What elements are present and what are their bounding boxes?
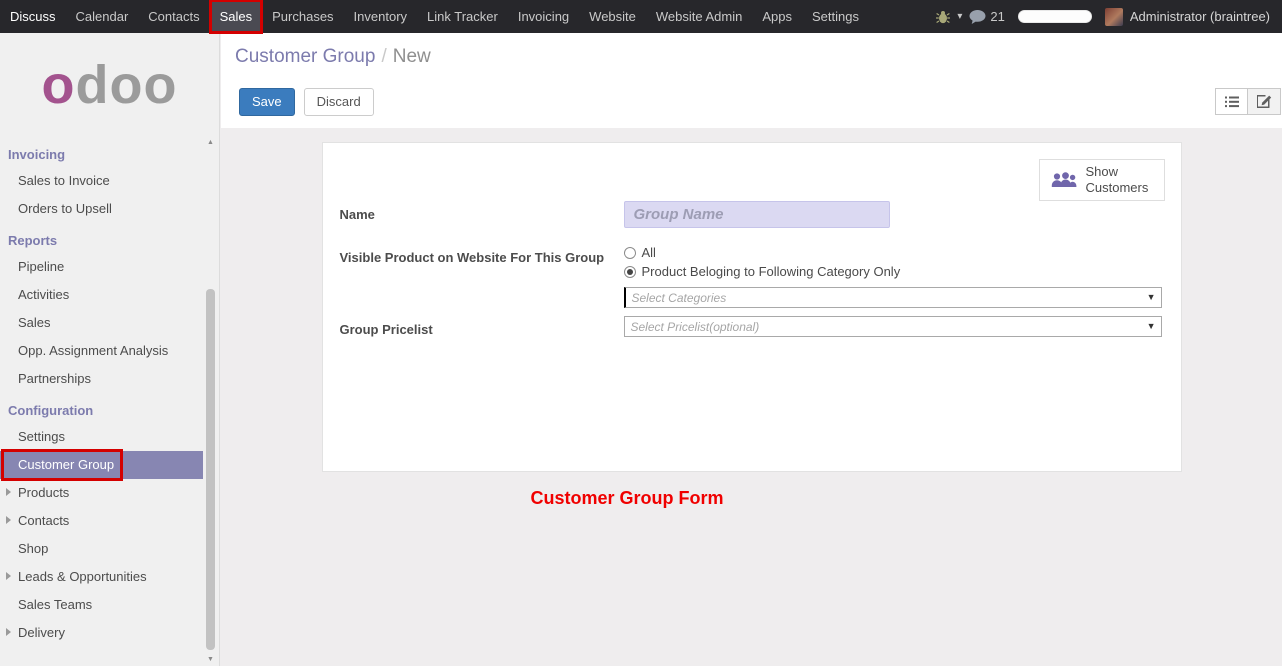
breadcrumb-current: New: [393, 46, 431, 67]
sidebar-item-sales-to-invoice[interactable]: Sales to Invoice: [0, 167, 219, 195]
sidebar-item-label: Products: [18, 485, 69, 500]
control-panel: Customer Group / New Save Discard: [221, 33, 1282, 128]
visibility-label: Visible Product on Website For This Grou…: [340, 244, 624, 265]
sidebar-item-products[interactable]: Products: [0, 479, 219, 507]
pricelist-field-row: Group Pricelist Select Pricelist(optiona…: [340, 316, 1181, 337]
sidebar-item-orders-to-upsell[interactable]: Orders to Upsell: [0, 195, 219, 223]
sidebar-item-label: Delivery: [18, 625, 65, 640]
annotation-caption: Customer Group Form: [530, 488, 723, 509]
show-customers-label: Show Customers: [1086, 164, 1154, 196]
name-label: Name: [340, 201, 624, 222]
action-buttons: Save Discard: [239, 88, 374, 116]
customers-people-icon: [1050, 171, 1077, 190]
expand-arrow-icon: [6, 572, 11, 580]
breadcrumb-separator: /: [381, 46, 386, 67]
odoo-logo: odoo: [0, 33, 219, 137]
sidebar-item-partnerships[interactable]: Partnerships: [0, 365, 219, 393]
nav-sales[interactable]: Sales: [210, 0, 263, 33]
sidebar-item-delivery[interactable]: Delivery: [0, 619, 219, 647]
sidebar-item-sales[interactable]: Sales: [0, 309, 219, 337]
sidebar-item-opp-assignment-analysis[interactable]: Opp. Assignment Analysis: [0, 337, 219, 365]
edit-form-icon: [1257, 94, 1272, 109]
nav-purchases[interactable]: Purchases: [262, 0, 343, 33]
topbar-right-cluster: ▾ 21 Administrator (braintree): [936, 0, 1282, 33]
sidebar-item-label: Contacts: [18, 513, 69, 528]
sidebar-item-contacts[interactable]: Contacts: [0, 507, 219, 535]
radio-unselected-icon[interactable]: [624, 247, 636, 259]
nav-website-admin[interactable]: Website Admin: [646, 0, 752, 33]
discard-button[interactable]: Discard: [304, 88, 374, 116]
scroll-down-arrow-icon[interactable]: ▼: [204, 654, 217, 666]
form-view-button[interactable]: [1248, 88, 1281, 115]
messages-icon[interactable]: [969, 10, 986, 24]
scroll-up-arrow-icon[interactable]: ▲: [204, 137, 217, 149]
sidebar-item-shop[interactable]: Shop: [0, 535, 219, 563]
sidebar-item-leads-opportunities[interactable]: Leads & Opportunities: [0, 563, 219, 591]
group-name-input[interactable]: [624, 201, 890, 228]
radio-selected-icon[interactable]: [624, 266, 636, 278]
radio-all-label: All: [642, 244, 656, 262]
logo-rest: doo: [76, 54, 178, 116]
nav-invoicing[interactable]: Invoicing: [508, 0, 579, 33]
nav-settings[interactable]: Settings: [802, 0, 869, 33]
progress-pill: [1018, 10, 1092, 23]
sidebar-item-label: Leads & Opportunities: [18, 569, 147, 584]
sidebar-scrollbar: ▲ ▼: [204, 137, 217, 666]
sidebar-item-pipeline[interactable]: Pipeline: [0, 253, 219, 281]
customer-group-form-card: Show Customers Name Visible Product on W…: [322, 142, 1182, 472]
expand-arrow-icon: [6, 488, 11, 496]
main-content: Show Customers Name Visible Product on W…: [221, 128, 1282, 666]
nav-contacts[interactable]: Contacts: [138, 0, 209, 33]
name-field-row: Name: [340, 201, 1181, 228]
pricelist-placeholder: Select Pricelist(optional): [631, 320, 760, 334]
select-caret-icon: ▼: [1147, 321, 1156, 331]
debug-bug-icon[interactable]: [936, 10, 950, 24]
nav-discuss[interactable]: Discuss: [0, 0, 66, 33]
expand-arrow-icon: [6, 516, 11, 524]
expand-arrow-icon: [6, 628, 11, 636]
categories-select[interactable]: Select Categories ▼: [624, 287, 1162, 308]
avatar[interactable]: [1105, 8, 1123, 26]
sidebar-item-sales-teams[interactable]: Sales Teams: [0, 591, 219, 619]
visibility-field-row: Visible Product on Website For This Grou…: [340, 244, 1181, 308]
nav-apps[interactable]: Apps: [752, 0, 802, 33]
radio-all-option[interactable]: All: [624, 244, 1162, 262]
list-view-button[interactable]: [1215, 88, 1248, 115]
nav-inventory[interactable]: Inventory: [344, 0, 417, 33]
breadcrumb-parent-link[interactable]: Customer Group: [235, 46, 375, 67]
breadcrumb: Customer Group / New: [221, 33, 1282, 68]
sidebar-item-activities[interactable]: Activities: [0, 281, 219, 309]
pricelist-select[interactable]: Select Pricelist(optional) ▼: [624, 316, 1162, 337]
sidebar-section-configuration: Configuration: [0, 393, 219, 423]
sidebar: odoo Invoicing Sales to Invoice Orders t…: [0, 33, 220, 666]
save-button[interactable]: Save: [239, 88, 295, 116]
message-count: 21: [990, 9, 1004, 24]
scrollbar-thumb[interactable]: [206, 289, 215, 650]
pricelist-label: Group Pricelist: [340, 316, 624, 337]
radio-category-option[interactable]: Product Beloging to Following Category O…: [624, 263, 1162, 281]
user-menu[interactable]: Administrator (braintree): [1130, 9, 1270, 24]
nav-link-tracker[interactable]: Link Tracker: [417, 0, 508, 33]
sidebar-item-customer-group[interactable]: Customer Group: [0, 451, 203, 479]
list-icon: [1225, 96, 1239, 108]
logo-first-letter: o: [42, 54, 76, 116]
select-caret-icon: ▼: [1147, 292, 1156, 302]
nav-calendar[interactable]: Calendar: [66, 0, 139, 33]
radio-category-label: Product Beloging to Following Category O…: [642, 263, 901, 281]
debug-caret-down-icon[interactable]: ▾: [957, 11, 962, 22]
show-customers-button[interactable]: Show Customers: [1039, 159, 1165, 201]
nav-website[interactable]: Website: [579, 0, 646, 33]
categories-placeholder: Select Categories: [632, 291, 727, 305]
sidebar-item-label: Customer Group: [18, 457, 114, 472]
top-navbar: Discuss Calendar Contacts Sales Purchase…: [0, 0, 1282, 33]
view-switcher: [1215, 88, 1281, 115]
sidebar-item-settings[interactable]: Settings: [0, 423, 219, 451]
sidebar-section-invoicing: Invoicing: [0, 137, 219, 167]
sidebar-section-reports: Reports: [0, 223, 219, 253]
